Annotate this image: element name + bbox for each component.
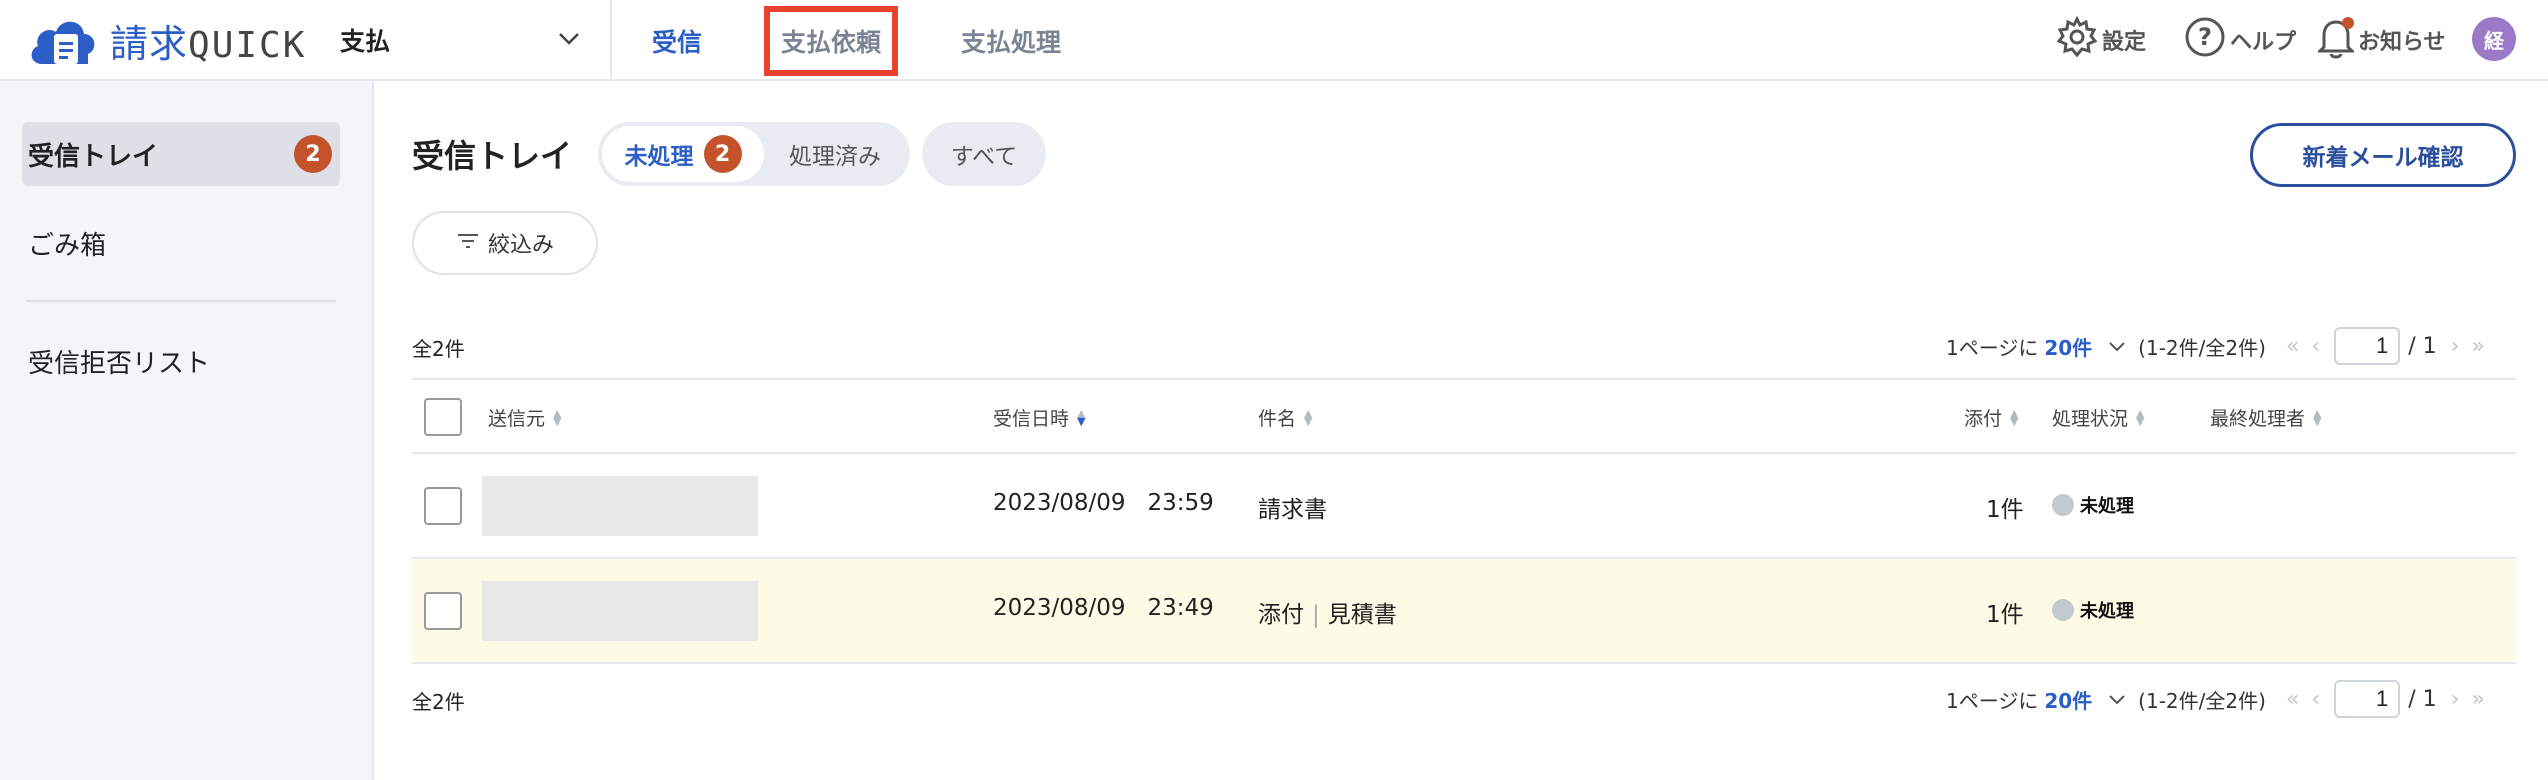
header-divider	[610, 0, 612, 81]
first-page-icon[interactable]: «	[2286, 687, 2299, 712]
subject-tag: 添付	[1258, 602, 1304, 628]
user-avatar[interactable]: 経	[2472, 17, 2516, 61]
page-title: 受信トレイ	[412, 137, 573, 175]
table-row[interactable]: 2023/08/09 23:49 添付 | 見積書 1件 未処理	[412, 559, 2516, 664]
chevron-down-icon	[558, 31, 580, 50]
select-all-checkbox[interactable]	[424, 398, 462, 436]
col-received-at[interactable]: 受信日時 ▲ ▼	[993, 404, 1085, 431]
row-checkbox[interactable]	[424, 487, 462, 525]
per-page-select[interactable]: 20件	[2044, 685, 2092, 714]
inbox-count-badge: 2	[294, 135, 332, 173]
total-pages: / 1	[2408, 686, 2437, 712]
sidebar-item-blocklist[interactable]: 受信拒否リスト	[22, 329, 340, 393]
status-badge: 未処理	[2052, 492, 2134, 518]
page-number-input[interactable]	[2334, 327, 2401, 365]
col-status[interactable]: 処理状況 ▲ ▼	[2052, 404, 2144, 431]
question-circle-icon: ?	[2184, 16, 2230, 64]
filter-label: 未処理	[624, 144, 694, 170]
per-page-prefix: 1ページに	[1946, 335, 2039, 360]
help-link[interactable]: ? ヘルプ	[2184, 14, 2296, 66]
received-at: 2023/08/09 23:49	[993, 595, 1214, 621]
sort-icon: ▲ ▼	[553, 406, 562, 428]
sender-redacted	[482, 476, 758, 536]
total-pages: / 1	[2408, 333, 2437, 359]
logo-text: 請求QUICK	[110, 23, 307, 66]
col-subject[interactable]: 件名 ▲ ▼	[1258, 404, 1312, 431]
subject: 添付 | 見積書	[1258, 602, 1397, 628]
sort-icon: ▲ ▼	[2136, 406, 2145, 428]
app-logo[interactable]: 請求QUICK	[26, 10, 306, 70]
status-badge: 未処理	[2052, 597, 2134, 623]
unprocessed-count-badge: 2	[703, 135, 742, 173]
filter-all-wrap: すべて	[922, 122, 1046, 186]
check-new-mail-button[interactable]: 新着メール確認	[2250, 123, 2516, 187]
pager-top: 1ページに 20件 (1-2件/全2件) « ‹ / 1 › »	[1946, 326, 2491, 366]
tab-receive[interactable]: 受信	[640, 18, 714, 64]
module-select-label: 支払	[340, 27, 391, 56]
received-at: 2023/08/09 23:59	[993, 490, 1214, 516]
top-header: 請求QUICK 支払 受信 支払依頼 支払処理 設定 ? ヘルプ お知らせ 経	[0, 0, 2548, 81]
prev-page-icon[interactable]: ‹	[2311, 334, 2320, 359]
svg-text:?: ?	[2198, 23, 2212, 51]
status-dot-icon	[2052, 599, 2074, 621]
filter-unprocessed[interactable]: 未処理 2	[602, 126, 764, 182]
col-last-handler[interactable]: 最終処理者 ▲ ▼	[2210, 404, 2321, 431]
sort-icon: ▲ ▼	[2010, 406, 2019, 428]
table-row[interactable]: 2023/08/09 23:59 請求書 1件 未処理	[412, 454, 2516, 559]
page-number-input[interactable]	[2334, 680, 2401, 718]
help-label: ヘルプ	[2230, 30, 2297, 55]
bell-icon	[2316, 15, 2358, 65]
tab-payment-processing[interactable]: 支払処理	[950, 18, 1072, 64]
first-page-icon[interactable]: «	[2286, 334, 2299, 359]
sidebar-item-label: 受信トレイ	[28, 141, 159, 172]
sidebar-item-label: ごみ箱	[28, 230, 107, 261]
filter-all[interactable]: すべて	[922, 126, 1046, 182]
cloud-document-icon	[26, 10, 104, 70]
filter-lines-icon	[456, 231, 488, 256]
settings-link[interactable]: 設定	[2056, 14, 2146, 66]
sidebar-item-trash[interactable]: ごみ箱	[22, 211, 340, 275]
settings-label: 設定	[2102, 30, 2147, 55]
per-page-select[interactable]: 20件	[2044, 332, 2092, 361]
per-page-prefix: 1ページに	[1946, 688, 2039, 713]
module-select[interactable]: 支払	[340, 18, 580, 62]
prev-page-icon[interactable]: ‹	[2311, 687, 2320, 712]
sort-icon: ▲ ▼	[1077, 406, 1086, 428]
next-page-icon[interactable]: ›	[2451, 687, 2460, 712]
last-page-icon[interactable]: »	[2471, 687, 2484, 712]
sort-icon: ▲ ▼	[1304, 406, 1313, 428]
notifications-label: お知らせ	[2358, 30, 2446, 55]
chevron-down-icon[interactable]	[2108, 334, 2126, 358]
sidebar-item-label: 受信拒否リスト	[28, 348, 211, 379]
next-page-icon[interactable]: ›	[2451, 334, 2460, 359]
filter-button-label: 絞込み	[487, 233, 554, 258]
range-label: (1-2件/全2件)	[2138, 688, 2266, 713]
pager-bottom: 1ページに 20件 (1-2件/全2件) « ‹ / 1 › »	[1946, 679, 2491, 719]
total-count-bottom: 全2件	[412, 690, 465, 714]
attachment-count: 1件	[1986, 497, 2024, 523]
col-attachments[interactable]: 添付 ▲ ▼	[1964, 404, 2018, 431]
col-sender[interactable]: 送信元 ▲ ▼	[488, 404, 561, 431]
range-label: (1-2件/全2件)	[2138, 335, 2266, 360]
attachment-count: 1件	[1986, 602, 2024, 628]
row-checkbox[interactable]	[424, 592, 462, 630]
notifications-link[interactable]: お知らせ	[2316, 14, 2446, 66]
sort-icon: ▲ ▼	[2313, 406, 2322, 428]
status-filter-group: 未処理 2 処理済み	[598, 122, 910, 186]
sidebar: 受信トレイ 2 ごみ箱 受信拒否リスト	[0, 81, 374, 780]
total-count: 全2件	[412, 337, 465, 361]
filter-button[interactable]: 絞込み	[412, 211, 598, 275]
filter-processed[interactable]: 処理済み	[764, 126, 906, 182]
chevron-down-icon[interactable]	[2108, 687, 2126, 711]
gear-icon	[2056, 15, 2102, 64]
table-header: 送信元 ▲ ▼ 受信日時 ▲ ▼ 件名 ▲ ▼ 添付 ▲ ▼ 処理状況 ▲ ▼ 最終処理者 ▲ ▼	[412, 378, 2516, 454]
sender-redacted	[482, 581, 758, 641]
sidebar-divider	[26, 300, 336, 302]
sidebar-item-inbox[interactable]: 受信トレイ 2	[22, 122, 340, 186]
status-dot-icon	[2052, 494, 2074, 516]
subject: 請求書	[1258, 497, 1327, 523]
tab-payment-request[interactable]: 支払依頼	[764, 6, 898, 76]
last-page-icon[interactable]: »	[2471, 334, 2484, 359]
